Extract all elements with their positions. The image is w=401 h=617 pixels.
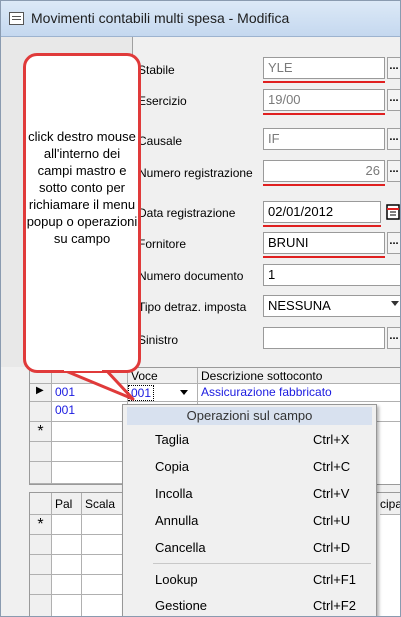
context-menu-title: Operazioni sul campo (127, 407, 372, 425)
menu-item-lookup[interactable]: Lookup Ctrl+F1 (127, 568, 372, 592)
menu-item-shortcut: Ctrl+F2 (313, 598, 356, 613)
menu-item-shortcut: Ctrl+X (313, 432, 350, 447)
menu-item-label: Incolla (155, 486, 193, 501)
context-menu: Operazioni sul campo Taglia Ctrl+X Copia… (122, 404, 377, 616)
menu-item-label: Cancella (155, 540, 206, 555)
menu-item-incolla[interactable]: Incolla Ctrl+V (127, 482, 372, 506)
menu-item-copia[interactable]: Copia Ctrl+C (127, 455, 372, 479)
menu-item-shortcut: Ctrl+F1 (313, 572, 356, 587)
app-window: Movimenti contabili multi spesa - Modifi… (0, 0, 401, 617)
menu-item-label: Copia (155, 459, 189, 474)
menu-separator (153, 563, 371, 564)
menu-item-shortcut: Ctrl+V (313, 486, 350, 501)
menu-item-label: Taglia (155, 432, 189, 447)
menu-item-label: Lookup (155, 572, 198, 587)
menu-item-shortcut: Ctrl+C (313, 459, 351, 474)
menu-item-label: Annulla (155, 513, 199, 528)
menu-item-label: Gestione (155, 598, 208, 613)
menu-item-cancella[interactable]: Cancella Ctrl+D (127, 536, 372, 560)
menu-item-shortcut: Ctrl+D (313, 540, 351, 555)
menu-item-shortcut: Ctrl+U (313, 513, 351, 528)
menu-item-taglia[interactable]: Taglia Ctrl+X (127, 428, 372, 452)
menu-item-annulla[interactable]: Annulla Ctrl+U (127, 509, 372, 533)
menu-item-gestione[interactable]: Gestione Ctrl+F2 (127, 594, 372, 616)
